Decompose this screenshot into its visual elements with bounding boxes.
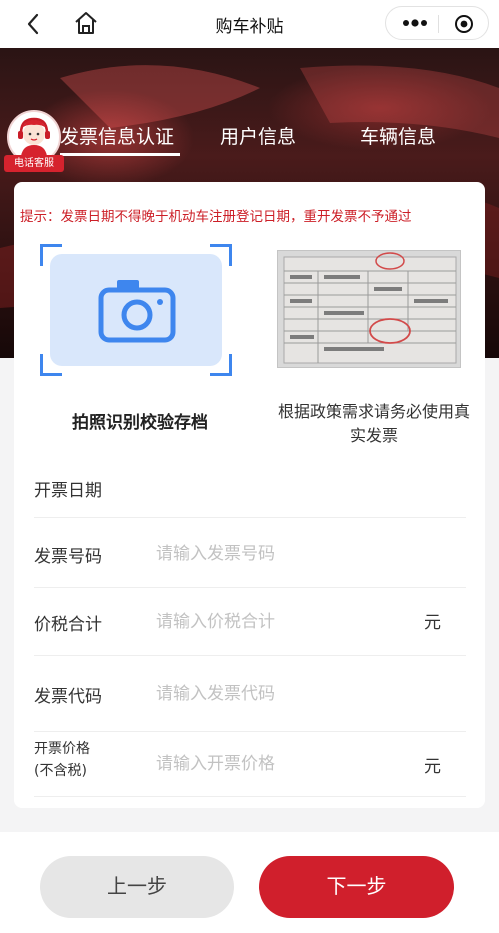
total-input[interactable]: [156, 608, 396, 636]
form-row-price: 开票价格 (不含税) 元: [34, 738, 474, 798]
photo-caption: 拍照识别校验存档: [72, 413, 208, 433]
invoice-date-label: 开票日期: [34, 481, 102, 501]
invoice-code-label: 发票代码: [34, 687, 102, 707]
tab-invoice-info[interactable]: 发票信息认证: [60, 122, 174, 149]
more-icon[interactable]: [402, 17, 428, 29]
next-step-button[interactable]: 下一步: [259, 856, 454, 918]
service-label: 电话客服: [4, 155, 64, 172]
photo-upload-button[interactable]: [40, 244, 232, 376]
row-divider: [34, 587, 466, 588]
sample-invoice-image: [277, 250, 461, 368]
phone-service-button[interactable]: 电话客服: [4, 110, 64, 172]
form-row-invoice-number: 发票号码: [34, 538, 474, 588]
price-unit: 元: [424, 757, 441, 777]
form-row-invoice-date[interactable]: 开票日期: [34, 472, 474, 518]
form-row-total: 价税合计 元: [34, 606, 474, 656]
notice-text: 提示：发票日期不得晚于机动车注册登记日期，重开发票不予通过: [20, 209, 412, 225]
active-tab-indicator: [60, 153, 180, 156]
price-label: 开票价格 (不含税): [34, 738, 90, 782]
price-input[interactable]: [156, 750, 396, 778]
total-label: 价税合计: [34, 615, 102, 635]
row-divider: [34, 655, 466, 656]
tab-vehicle-info[interactable]: 车辆信息: [360, 122, 436, 149]
camera-icon: [98, 280, 176, 343]
total-unit: 元: [424, 613, 441, 633]
tab-user-info[interactable]: 用户信息: [220, 122, 296, 149]
price-label-note: (不含税): [34, 763, 87, 779]
price-label-main: 开票价格: [34, 741, 90, 757]
scan-corner: [210, 354, 232, 376]
invoice-number-label: 发票号码: [34, 547, 102, 567]
row-divider: [34, 517, 466, 518]
scan-corner: [40, 354, 62, 376]
previous-step-button[interactable]: 上一步: [40, 856, 234, 918]
close-icon[interactable]: [454, 14, 474, 34]
row-divider: [34, 731, 466, 732]
capsule-divider: [438, 15, 439, 33]
tab-bar: 发票信息认证 用户信息 车辆信息: [0, 122, 499, 162]
row-divider: [34, 796, 466, 797]
invoice-number-input[interactable]: [156, 540, 396, 568]
invoice-photo: [278, 251, 460, 367]
capsule-menu: [385, 6, 489, 40]
sample-caption: 根据政策需求请务必使用真实发票: [277, 402, 470, 445]
form-row-invoice-code: 发票代码: [34, 680, 474, 732]
scan-corner: [210, 244, 232, 266]
scan-corner: [40, 244, 62, 266]
nav-bar: 购车补贴: [0, 0, 499, 48]
invoice-code-input[interactable]: [156, 680, 396, 708]
